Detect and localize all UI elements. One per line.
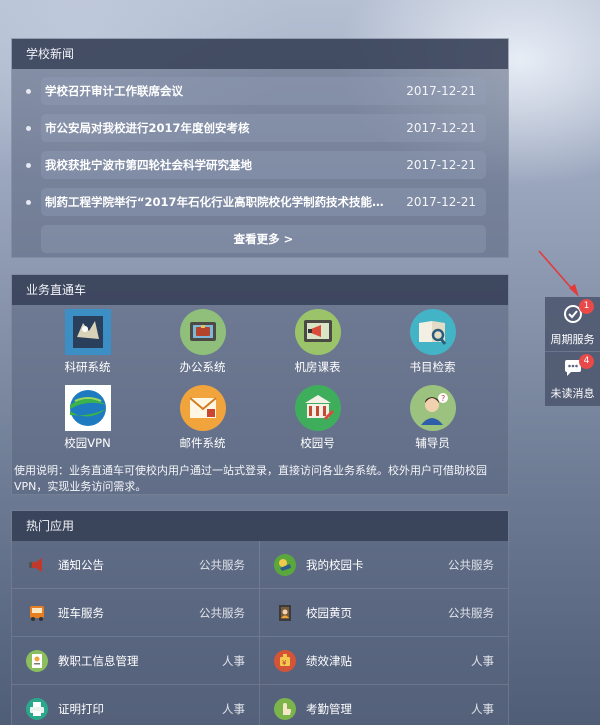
news-link[interactable]: 我校获批宁波市第四轮社会科学研究基地 2017-12-21 [41,151,486,179]
news-title[interactable]: 制药工程学院举行“2017年石化行业高职院校化学制药技术技能大... [45,194,385,210]
service-campus-account[interactable]: 校园号 [260,383,375,459]
view-more-button[interactable]: 查看更多 > [41,225,486,253]
hot-app-attendance[interactable]: 考勤管理 人事 [260,685,508,725]
hot-app-performance[interactable]: ¥ 绩效津贴 人事 [260,637,508,685]
dock-periodic-services[interactable]: 1 周期服务 [545,297,600,351]
hot-app-category: 人事 [471,653,494,668]
service-label[interactable]: 辅导员 [415,435,450,451]
bus-icon [26,602,48,624]
mail-icon[interactable] [179,385,226,431]
news-item[interactable]: 学校召开审计工作联席会议 2017-12-21 [26,77,486,105]
dock-label[interactable]: 未读消息 [551,385,595,401]
news-date: 2017-12-21 [406,84,476,98]
service-label[interactable]: 邮件系统 [180,435,226,451]
hot-app-certificate-print[interactable]: 证明打印 人事 [12,685,260,725]
notification-badge: 1 [579,299,594,314]
notification-badge: 4 [579,354,594,369]
side-dock: 1 周期服务 4 未读消息 [545,297,600,406]
news-date: 2017-12-21 [406,195,476,209]
hot-app-label[interactable]: 班车服务 [58,605,199,621]
research-icon[interactable] [64,309,111,355]
service-lab-schedule[interactable]: 机房课表 [260,307,375,383]
bullet-dot-icon [26,88,31,94]
service-label[interactable]: 科研系统 [65,359,111,375]
hot-apps-panel: 热门应用 通知公告 公共服务 我的校园卡 公共服务 班车服务 公共服务 校园黄页… [11,510,509,725]
news-title[interactable]: 市公安局对我校进行2017年度创安考核 [45,120,250,136]
svg-text:¥: ¥ [282,659,287,667]
vpn-globe-icon[interactable] [64,385,111,431]
printer-icon [26,697,48,720]
school-news-header: 学校新闻 [12,39,508,69]
dock-unread-messages[interactable]: 4 未读消息 [545,351,600,405]
news-title[interactable]: 我校获批宁波市第四轮社会科学研究基地 [45,157,252,173]
service-label[interactable]: 书目检索 [410,359,456,375]
hot-app-label[interactable]: 教职工信息管理 [58,653,222,669]
business-services-header: 业务直通车 [12,275,508,305]
book-search-icon[interactable] [409,309,456,355]
hot-apps-header: 热门应用 [12,511,508,541]
service-vpn[interactable]: 校园VPN [30,383,145,459]
service-label[interactable]: 校园号 [300,435,335,451]
service-counselor[interactable]: ? 辅导员 [375,383,490,459]
hot-app-label[interactable]: 通知公告 [58,557,199,573]
news-title[interactable]: 学校召开审计工作联席会议 [45,83,183,99]
service-label[interactable]: 校园VPN [64,435,110,451]
hot-app-notice[interactable]: 通知公告 公共服务 [12,541,260,589]
campus-building-icon[interactable] [294,385,341,431]
counselor-icon[interactable]: ? [409,385,456,431]
hot-app-category: 公共服务 [448,557,494,572]
hot-app-category: 人事 [471,701,494,716]
hot-app-yellow-pages[interactable]: 校园黄页 公共服务 [260,589,508,637]
dock-label[interactable]: 周期服务 [551,331,595,347]
service-label[interactable]: 机房课表 [295,359,341,375]
news-item[interactable]: 我校获批宁波市第四轮社会科学研究基地 2017-12-21 [26,151,486,179]
service-mail[interactable]: 邮件系统 [145,383,260,459]
news-date: 2017-12-21 [406,121,476,135]
svg-text:?: ? [441,394,445,403]
hot-app-label[interactable]: 证明打印 [58,701,222,717]
news-link[interactable]: 市公安局对我校进行2017年度创安考核 2017-12-21 [41,114,486,142]
attendance-icon [274,697,296,720]
service-label[interactable]: 办公系统 [180,359,226,375]
staff-info-icon [26,649,48,672]
hot-app-label[interactable]: 考勤管理 [306,701,471,717]
hot-app-category: 人事 [222,653,245,668]
bullet-dot-icon [26,125,31,131]
news-link[interactable]: 制药工程学院举行“2017年石化行业高职院校化学制药技术技能大... 2017-… [41,188,486,216]
hot-app-category: 公共服务 [199,605,245,620]
hot-app-label[interactable]: 绩效津贴 [306,653,471,669]
service-book-search[interactable]: 书目检索 [375,307,490,383]
megaphone-board-icon[interactable] [294,309,341,355]
annotation-arrow-icon [538,250,579,297]
campus-card-icon [274,553,296,576]
megaphone-icon [26,554,48,576]
bullet-dot-icon [26,162,31,168]
news-item[interactable]: 市公安局对我校进行2017年度创安考核 2017-12-21 [26,114,486,142]
hot-app-label[interactable]: 我的校园卡 [306,557,448,573]
hot-apps-grid: 通知公告 公共服务 我的校园卡 公共服务 班车服务 公共服务 校园黄页 公共服务 [12,541,508,725]
business-services-panel: 业务直通车 科研系统 办公系统 机房课表 书目检索 校园VPN 邮件系统 校园号… [11,274,509,495]
hot-app-staff-info[interactable]: 教职工信息管理 人事 [12,637,260,685]
hot-app-campus-card[interactable]: 我的校园卡 公共服务 [260,541,508,589]
hot-app-label[interactable]: 校园黄页 [306,605,448,621]
news-link[interactable]: 学校召开审计工作联席会议 2017-12-21 [41,77,486,105]
usage-instructions: 使用说明：业务直通车可使校内用户通过一站式登录，直接访问各业务系统。校外用户可借… [14,464,487,493]
bullet-dot-icon [26,199,31,205]
hot-app-category: 公共服务 [199,557,245,572]
news-item[interactable]: 制药工程学院举行“2017年石化行业高职院校化学制药技术技能大... 2017-… [26,188,486,216]
yellow-pages-icon [274,602,296,624]
briefcase-icon[interactable] [179,309,226,355]
services-grid: 科研系统 办公系统 机房课表 书目检索 校园VPN 邮件系统 校园号 ? 辅导员 [12,305,508,459]
service-office[interactable]: 办公系统 [145,307,260,383]
hot-app-category: 人事 [222,701,245,716]
hot-app-bus[interactable]: 班车服务 公共服务 [12,589,260,637]
hot-app-category: 公共服务 [448,605,494,620]
service-research[interactable]: 科研系统 [30,307,145,383]
performance-icon: ¥ [274,649,296,672]
news-date: 2017-12-21 [406,158,476,172]
news-list: 学校召开审计工作联席会议 2017-12-21 市公安局对我校进行2017年度创… [12,69,508,216]
school-news-panel: 学校新闻 学校召开审计工作联席会议 2017-12-21 市公安局对我校进行20… [11,38,509,258]
